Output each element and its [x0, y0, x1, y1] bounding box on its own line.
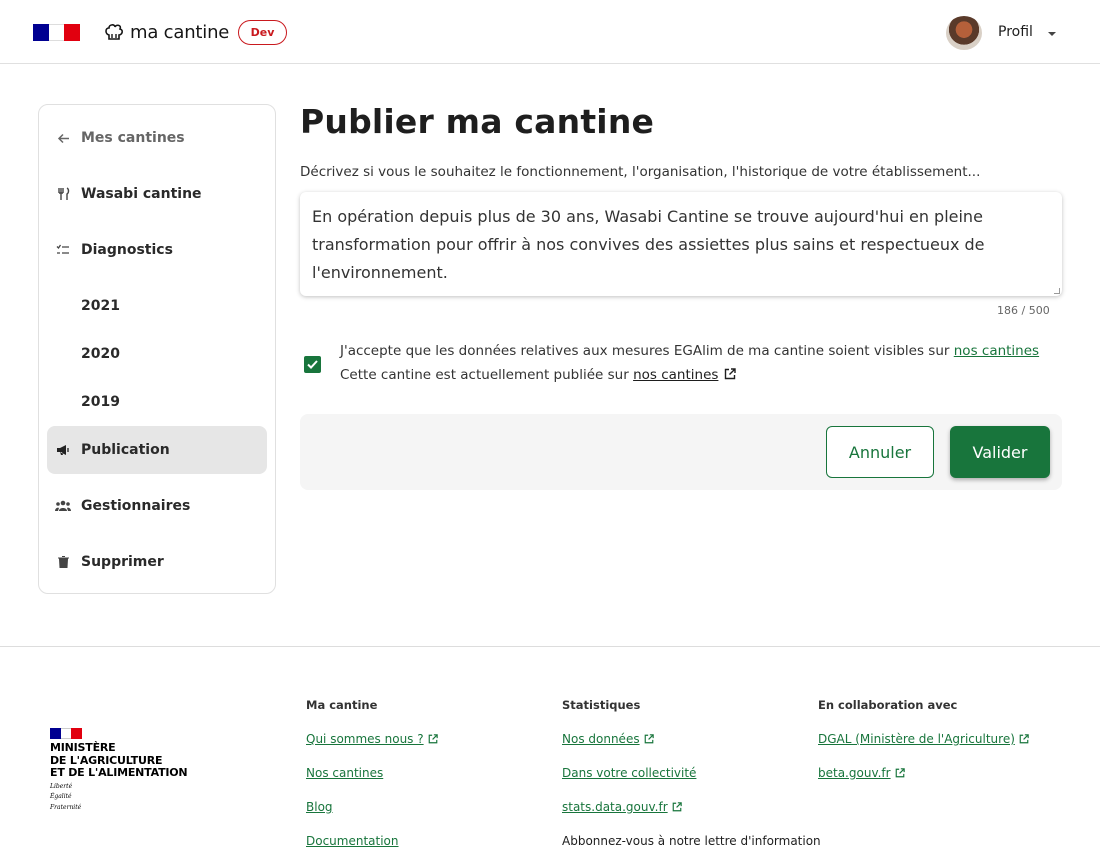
- sidebar-item-label: Diagnostics: [81, 242, 173, 258]
- motto-line-3: Fraternité: [50, 803, 82, 811]
- published-link-nos-cantines[interactable]: nos cantines: [633, 367, 737, 383]
- sidebar-item-diagnostics[interactable]: Diagnostics: [47, 226, 267, 274]
- ministry-name-line-1: MINISTÈRE: [50, 741, 116, 754]
- external-link-icon: [895, 768, 905, 778]
- external-link-icon: [1019, 734, 1029, 744]
- arrow-left-icon: [55, 130, 71, 146]
- resize-handle-icon[interactable]: [1054, 288, 1060, 294]
- motto-line-2: Égalité: [50, 793, 72, 800]
- footer-column-statistiques: Statistiques Nos données Dans votre coll…: [562, 698, 821, 848]
- megaphone-icon: [55, 442, 71, 458]
- brand-logo[interactable]: ma cantine: [104, 20, 229, 44]
- footer-link-label: Qui sommes nous ?: [306, 732, 424, 746]
- sidebar-item-wasabi-cantine[interactable]: Wasabi cantine: [47, 170, 267, 218]
- sidebar-item-2020[interactable]: 2020: [47, 330, 267, 378]
- sidebar-item-publication[interactable]: Publication: [47, 426, 267, 474]
- footer-link-nos-donnees[interactable]: Nos données: [562, 732, 821, 746]
- sidebar-item-2021[interactable]: 2021: [47, 282, 267, 330]
- footer-column-title: Statistiques: [562, 698, 641, 712]
- footer-divider: [0, 646, 1100, 647]
- page-title: Publier ma cantine: [300, 102, 655, 141]
- footer-link-blog[interactable]: Blog: [306, 800, 438, 814]
- footer-link-label: stats.data.gouv.fr: [562, 800, 668, 814]
- sidebar-item-supprimer[interactable]: Supprimer: [47, 538, 267, 586]
- sidebar-item-label: Publication: [81, 442, 170, 458]
- description-value: En opération depuis plus de 30 ans, Wasa…: [312, 207, 985, 282]
- description-label: Décrivez si vous le souhaitez le fonctio…: [300, 164, 981, 180]
- sidebar-item-label: 2020: [81, 346, 120, 362]
- footer-link-beta-gouv[interactable]: beta.gouv.fr: [818, 766, 1029, 780]
- sidebar-item-label: 2021: [81, 298, 120, 314]
- sidebar: Mes cantines Wasabi cantine Diagnostics …: [38, 104, 276, 594]
- chef-hat-icon: [105, 24, 124, 40]
- published-link-label: nos cantines: [633, 367, 719, 383]
- env-badge: Dev: [238, 20, 287, 45]
- brand-name: ma cantine: [130, 21, 230, 43]
- consent-checkbox[interactable]: [304, 356, 321, 373]
- avatar[interactable]: [946, 16, 982, 50]
- newsletter-text: Abbonnez-vous à notre lettre d'informati…: [562, 834, 821, 848]
- motto-line-1: Liberté: [50, 782, 73, 790]
- ministry-name-line-3: ET DE L'ALIMENTATION: [50, 766, 188, 779]
- footer-link-documentation[interactable]: Documentation: [306, 834, 438, 848]
- footer-column-title: Ma cantine: [306, 698, 378, 712]
- footer-column-collaboration: En collaboration avec DGAL (Ministère de…: [818, 698, 1029, 800]
- published-text: Cette cantine est actuellement publiée s…: [340, 367, 629, 383]
- footer-link-qui-sommes-nous[interactable]: Qui sommes nous ?: [306, 732, 438, 746]
- footer-link-label: beta.gouv.fr: [818, 766, 891, 780]
- profile-menu-button[interactable]: Profil: [998, 24, 1033, 40]
- fork-knife-icon: [55, 186, 71, 202]
- consent-text: J'accepte que les données relatives aux …: [340, 343, 950, 359]
- external-link-icon: [644, 734, 654, 744]
- people-icon: [55, 498, 71, 514]
- form-action-bar: [300, 414, 1062, 490]
- footer-link-dgal[interactable]: DGAL (Ministère de l'Agriculture): [818, 732, 1029, 746]
- check-icon: [307, 360, 318, 369]
- marianne-flag-icon: [50, 728, 83, 739]
- external-link-icon: [428, 734, 438, 744]
- footer-column-title: En collaboration avec: [818, 698, 958, 712]
- checklist-icon: [55, 242, 71, 258]
- sidebar-item-label: Mes cantines: [81, 130, 185, 146]
- sidebar-item-mes-cantines[interactable]: Mes cantines: [47, 114, 267, 162]
- sidebar-item-2019[interactable]: 2019: [47, 378, 267, 426]
- footer-link-label: Nos données: [562, 732, 640, 746]
- consent-link-nos-cantines[interactable]: nos cantines: [954, 343, 1039, 359]
- site-header: ma cantine Dev Profil: [0, 0, 1100, 64]
- caret-down-icon[interactable]: [1048, 32, 1056, 36]
- footer-link-nos-cantines[interactable]: Nos cantines: [306, 766, 438, 780]
- description-textarea[interactable]: En opération depuis plus de 30 ans, Wasa…: [300, 192, 1062, 296]
- external-link-icon: [725, 368, 737, 380]
- external-link-icon: [672, 802, 682, 812]
- republique-francaise-flag-logo[interactable]: [33, 24, 80, 41]
- sidebar-item-label: 2019: [81, 394, 120, 410]
- sidebar-item-label: Gestionnaires: [81, 498, 191, 514]
- validate-button[interactable]: Valider: [950, 426, 1050, 478]
- footer-link-label: DGAL (Ministère de l'Agriculture): [818, 732, 1015, 746]
- sidebar-item-label: Wasabi cantine: [81, 186, 202, 202]
- char-counter: 186 / 500: [997, 304, 1050, 317]
- cancel-button[interactable]: Annuler: [826, 426, 934, 478]
- published-status: Cette cantine est actuellement publiée s…: [340, 367, 737, 383]
- ministry-logo[interactable]: MINISTÈRE DE L'AGRICULTURE ET DE L'ALIME…: [50, 728, 200, 811]
- sidebar-item-gestionnaires[interactable]: Gestionnaires: [47, 482, 267, 530]
- footer-column-ma-cantine: Ma cantine Qui sommes nous ? Nos cantine…: [306, 698, 438, 848]
- trash-icon: [55, 554, 71, 570]
- consent-label: J'accepte que les données relatives aux …: [340, 343, 1039, 359]
- footer-link-stats-data-gouv[interactable]: stats.data.gouv.fr: [562, 800, 821, 814]
- footer-link-dans-votre-collectivite[interactable]: Dans votre collectivité: [562, 766, 821, 780]
- sidebar-item-label: Supprimer: [81, 554, 164, 570]
